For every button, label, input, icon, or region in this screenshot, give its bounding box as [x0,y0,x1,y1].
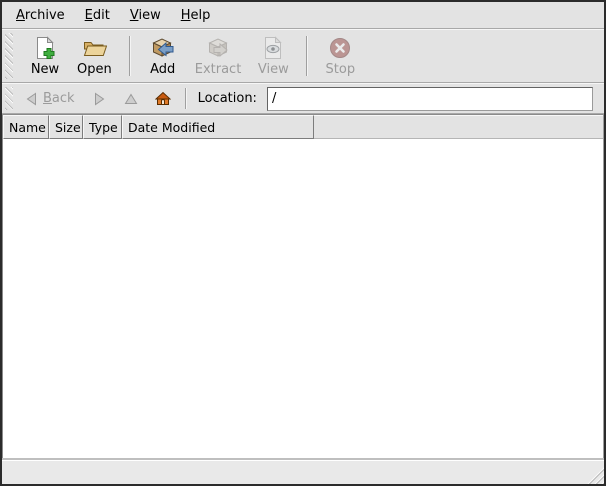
back-button[interactable]: Back [19,88,80,110]
column-header-filler [314,115,603,139]
open-button-label: Open [77,62,112,77]
extract-button[interactable]: Extract [189,32,248,80]
stop-button-label: Stop [326,62,356,77]
column-size-label: Size [55,120,81,135]
extract-button-label: Extract [195,62,242,77]
menu-view[interactable]: View [120,2,171,28]
column-date-modified-label: Date Modified [128,120,215,135]
navigation-toolbar: Back [2,83,604,114]
up-arrow-icon [123,91,139,107]
view-file-button[interactable]: View [251,32,295,80]
forward-button[interactable] [86,88,112,110]
add-button-label: Add [150,62,175,77]
column-header-name[interactable]: Name [3,115,49,139]
column-type-label: Type [89,120,118,135]
resize-grip[interactable] [585,465,604,484]
back-arrow-icon [24,91,40,107]
menubar: Archive Edit View Help [2,2,604,29]
archive-manager-window: Archive Edit View Help New [0,0,606,486]
navbar-grip-handle[interactable] [5,87,13,110]
new-button-label: New [31,62,59,77]
menu-edit-label: Edit [85,8,110,23]
statusbar [2,460,604,484]
navbar-separator [185,88,186,109]
up-button[interactable] [118,88,144,110]
column-name-label: Name [9,120,46,135]
new-archive-button[interactable]: New [23,32,67,80]
forward-arrow-icon [91,91,107,107]
menu-archive-label: Archive [16,8,65,23]
toolbar-separator [306,36,307,76]
file-list-frame: Name Size Type Date Modified [2,114,604,460]
add-files-button[interactable]: Add [141,32,185,80]
open-folder-icon [81,35,107,61]
home-icon [155,91,171,107]
file-list-body[interactable] [3,139,603,459]
menu-help[interactable]: Help [171,2,221,28]
view-file-icon [260,35,286,61]
main-toolbar: New Open Add [2,29,604,83]
add-to-archive-icon [150,35,176,61]
menu-edit[interactable]: Edit [75,2,120,28]
home-button[interactable] [150,88,176,110]
new-archive-icon [32,35,58,61]
menu-archive[interactable]: Archive [6,2,75,28]
menu-view-label: View [130,8,161,23]
view-button-label: View [258,62,289,77]
open-archive-button[interactable]: Open [71,32,118,80]
extract-archive-icon [205,35,231,61]
column-header-row: Name Size Type Date Modified [3,115,603,139]
back-button-label: Back [43,91,75,106]
column-header-size[interactable]: Size [49,115,83,139]
location-label: Location: [198,91,257,106]
toolbar-separator [129,36,130,76]
column-header-date-modified[interactable]: Date Modified [122,115,314,139]
stop-icon [327,35,353,61]
column-header-type[interactable]: Type [83,115,122,139]
toolbar-grip-handle[interactable] [5,33,13,79]
stop-button[interactable]: Stop [318,32,362,80]
location-input[interactable] [267,87,593,111]
menu-help-label: Help [181,8,211,23]
